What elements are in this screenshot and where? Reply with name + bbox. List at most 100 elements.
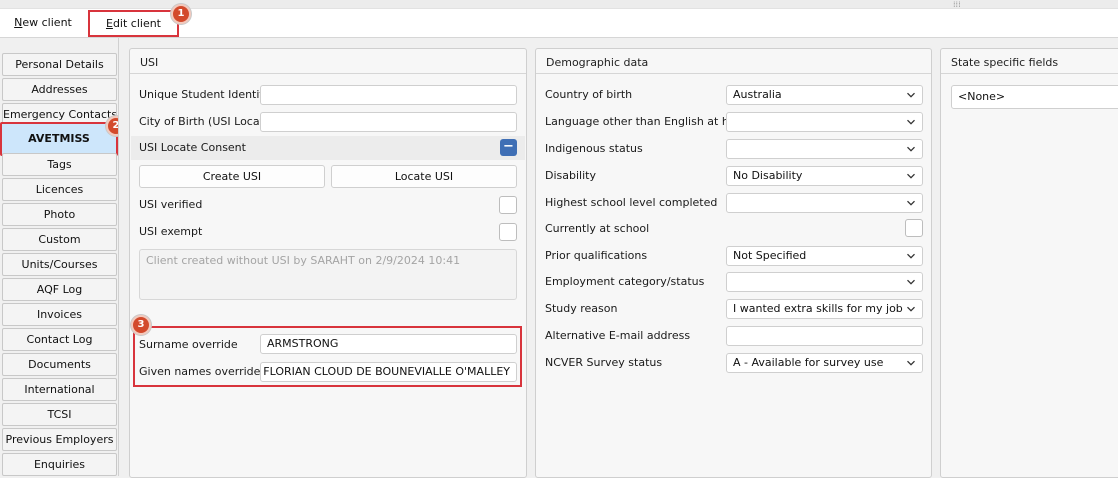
state-specific-panel-title: State specific fields xyxy=(951,56,1059,69)
usi-verified-label: USI verified xyxy=(139,198,203,211)
given-names-override-label: Given names override xyxy=(139,365,261,378)
sidebar-item-label: AVETMISS xyxy=(28,132,90,145)
alternative-e-mail-address-input[interactable] xyxy=(726,326,923,346)
sidebar-item-invoices[interactable]: Invoices xyxy=(2,303,117,326)
country-of-birth-label: Country of birth xyxy=(545,88,633,101)
sidebar-item-international[interactable]: International xyxy=(2,378,117,401)
client-toolbar: New client Edit client xyxy=(0,9,1118,38)
sidebar-item-label: Tags xyxy=(47,158,72,171)
prior-qualifications-value: Not Specified xyxy=(733,249,807,262)
state-specific-value: <None> xyxy=(958,90,1006,103)
state-specific-select[interactable]: <None> xyxy=(951,85,1118,109)
employment-category-status-label: Employment category/status xyxy=(545,275,705,288)
drag-grip-icon[interactable]: ⁞⁞⁞ xyxy=(953,1,961,9)
usi-exempt-checkbox[interactable] xyxy=(499,223,517,241)
given-names-override-value: DIDO FLORIAN CLOUD DE BOUNEVIALLE O'MALL… xyxy=(261,365,510,378)
usi-verified-checkbox[interactable] xyxy=(499,196,517,214)
sidebar-item-label: Emergency Contacts xyxy=(3,108,117,121)
chevron-down-icon xyxy=(907,306,915,312)
given-names-override-input[interactable]: DIDO FLORIAN CLOUD DE BOUNEVIALLE O'MALL… xyxy=(260,362,517,382)
sidebar-item-label: Personal Details xyxy=(15,58,104,71)
disability-select[interactable]: No Disability xyxy=(726,166,923,186)
alternative-e-mail-address-label: Alternative E-mail address xyxy=(545,329,691,342)
study-reason-select[interactable]: I wanted extra skills for my job xyxy=(726,299,923,319)
usi-notes-memo[interactable]: Client created without USI by SARAHT on … xyxy=(139,249,517,300)
state-specific-panel-divider xyxy=(941,73,1118,74)
chevron-down-icon xyxy=(907,200,915,206)
sidebar-item-label: AQF Log xyxy=(36,283,83,296)
sidebar-item-photo[interactable]: Photo xyxy=(2,203,117,226)
city-of-birth-input[interactable] xyxy=(260,112,517,132)
sidebar-item-label: Photo xyxy=(43,208,76,221)
sidebar-item-label: TCSI xyxy=(47,408,72,421)
sidebar-item-label: Custom xyxy=(38,233,81,246)
currently-at-school-checkbox[interactable] xyxy=(905,219,923,237)
sidebar-item-documents[interactable]: Documents xyxy=(2,353,117,376)
window-top-strip xyxy=(0,0,1118,9)
language-other-than-english-at-home-select[interactable] xyxy=(726,112,923,132)
chevron-down-icon xyxy=(907,253,915,259)
sidebar-item-label: Addresses xyxy=(31,83,88,96)
sidebar-item-label: Documents xyxy=(28,358,91,371)
currently-at-school-label: Currently at school xyxy=(545,222,650,235)
sidebar-item-previous-employers[interactable]: Previous Employers xyxy=(2,428,117,451)
locate-usi-button[interactable]: Locate USI xyxy=(331,165,517,188)
city-of-birth-label: City of Birth (USI Locate) xyxy=(139,115,275,128)
sidebar-item-label: Previous Employers xyxy=(5,433,114,446)
ncver-survey-status-label: NCVER Survey status xyxy=(545,356,663,369)
sidebar-item-addresses[interactable]: Addresses xyxy=(2,78,117,101)
usi-panel-title: USI xyxy=(140,56,159,69)
sidebar-item-label: Licences xyxy=(35,183,84,196)
study-reason-value: I wanted extra skills for my job xyxy=(733,302,903,315)
study-reason-label: Study reason xyxy=(545,302,618,315)
usi-panel-divider xyxy=(130,73,526,74)
ncver-survey-status-value: A - Available for survey use xyxy=(733,356,884,369)
sidebar-item-aqf-log[interactable]: AQF Log xyxy=(2,278,117,301)
sidebar-item-personal-details[interactable]: Personal Details xyxy=(2,53,117,76)
sidebar-item-avetmiss[interactable]: AVETMISS xyxy=(0,122,118,156)
surname-override-label: Surname override xyxy=(139,338,238,351)
annotation-badge-1: 1 xyxy=(171,4,191,24)
sidebar-item-enquiries[interactable]: Enquiries xyxy=(2,453,117,476)
employment-category-status-select[interactable] xyxy=(726,272,923,292)
sidebar-item-licences[interactable]: Licences xyxy=(2,178,117,201)
usi-notes-text: Client created without USI by SARAHT on … xyxy=(146,254,461,267)
edit-client-button[interactable]: Edit client xyxy=(88,10,179,37)
language-other-than-english-at-home-label: Language other than English at home xyxy=(545,115,754,128)
highest-school-level-completed-select[interactable] xyxy=(726,193,923,213)
unique-student-identifier-label: Unique Student Identifier xyxy=(139,88,278,101)
annotation-badge-3: 3 xyxy=(131,315,151,335)
chevron-down-icon xyxy=(907,146,915,152)
sidebar-item-tcsi[interactable]: TCSI xyxy=(2,403,117,426)
prior-qualifications-label: Prior qualifications xyxy=(545,249,648,262)
chevron-down-icon xyxy=(907,360,915,366)
ncver-survey-status-select[interactable]: A - Available for survey use xyxy=(726,353,923,373)
indigenous-status-select[interactable] xyxy=(726,139,923,159)
sidebar-item-tags[interactable]: Tags xyxy=(2,153,117,176)
country-of-birth-select[interactable]: Australia xyxy=(726,85,923,105)
sidebar-item-units-courses[interactable]: Units/Courses xyxy=(2,253,117,276)
prior-qualifications-select[interactable]: Not Specified xyxy=(726,246,923,266)
state-specific-panel: State specific fields xyxy=(940,48,1118,478)
surname-override-input[interactable]: ARMSTRONG xyxy=(260,334,517,354)
chevron-down-icon xyxy=(907,279,915,285)
disability-value: No Disability xyxy=(733,169,803,182)
demographic-panel-divider xyxy=(536,73,931,74)
country-of-birth-value: Australia xyxy=(733,88,782,101)
edit-client-label: dit client xyxy=(112,17,161,30)
highest-school-level-completed-label: Highest school level completed xyxy=(545,196,718,209)
chevron-down-icon xyxy=(907,119,915,125)
unique-student-identifier-input[interactable] xyxy=(260,85,517,105)
sidebar-item-label: Contact Log xyxy=(26,333,93,346)
sidebar-item-contact-log[interactable]: Contact Log xyxy=(2,328,117,351)
sidebar-item-custom[interactable]: Custom xyxy=(2,228,117,251)
edit-client-accel: E xyxy=(105,17,113,30)
create-usi-button[interactable]: Create USI xyxy=(139,165,325,188)
new-client-button[interactable]: New client xyxy=(0,9,86,36)
indigenous-status-label: Indigenous status xyxy=(545,142,643,155)
demographic-panel-title: Demographic data xyxy=(546,56,649,69)
sidebar-item-label: Invoices xyxy=(36,308,83,321)
chevron-down-icon xyxy=(907,92,915,98)
usi-locate-consent-toggle[interactable]: − xyxy=(500,139,517,156)
disability-label: Disability xyxy=(545,169,596,182)
